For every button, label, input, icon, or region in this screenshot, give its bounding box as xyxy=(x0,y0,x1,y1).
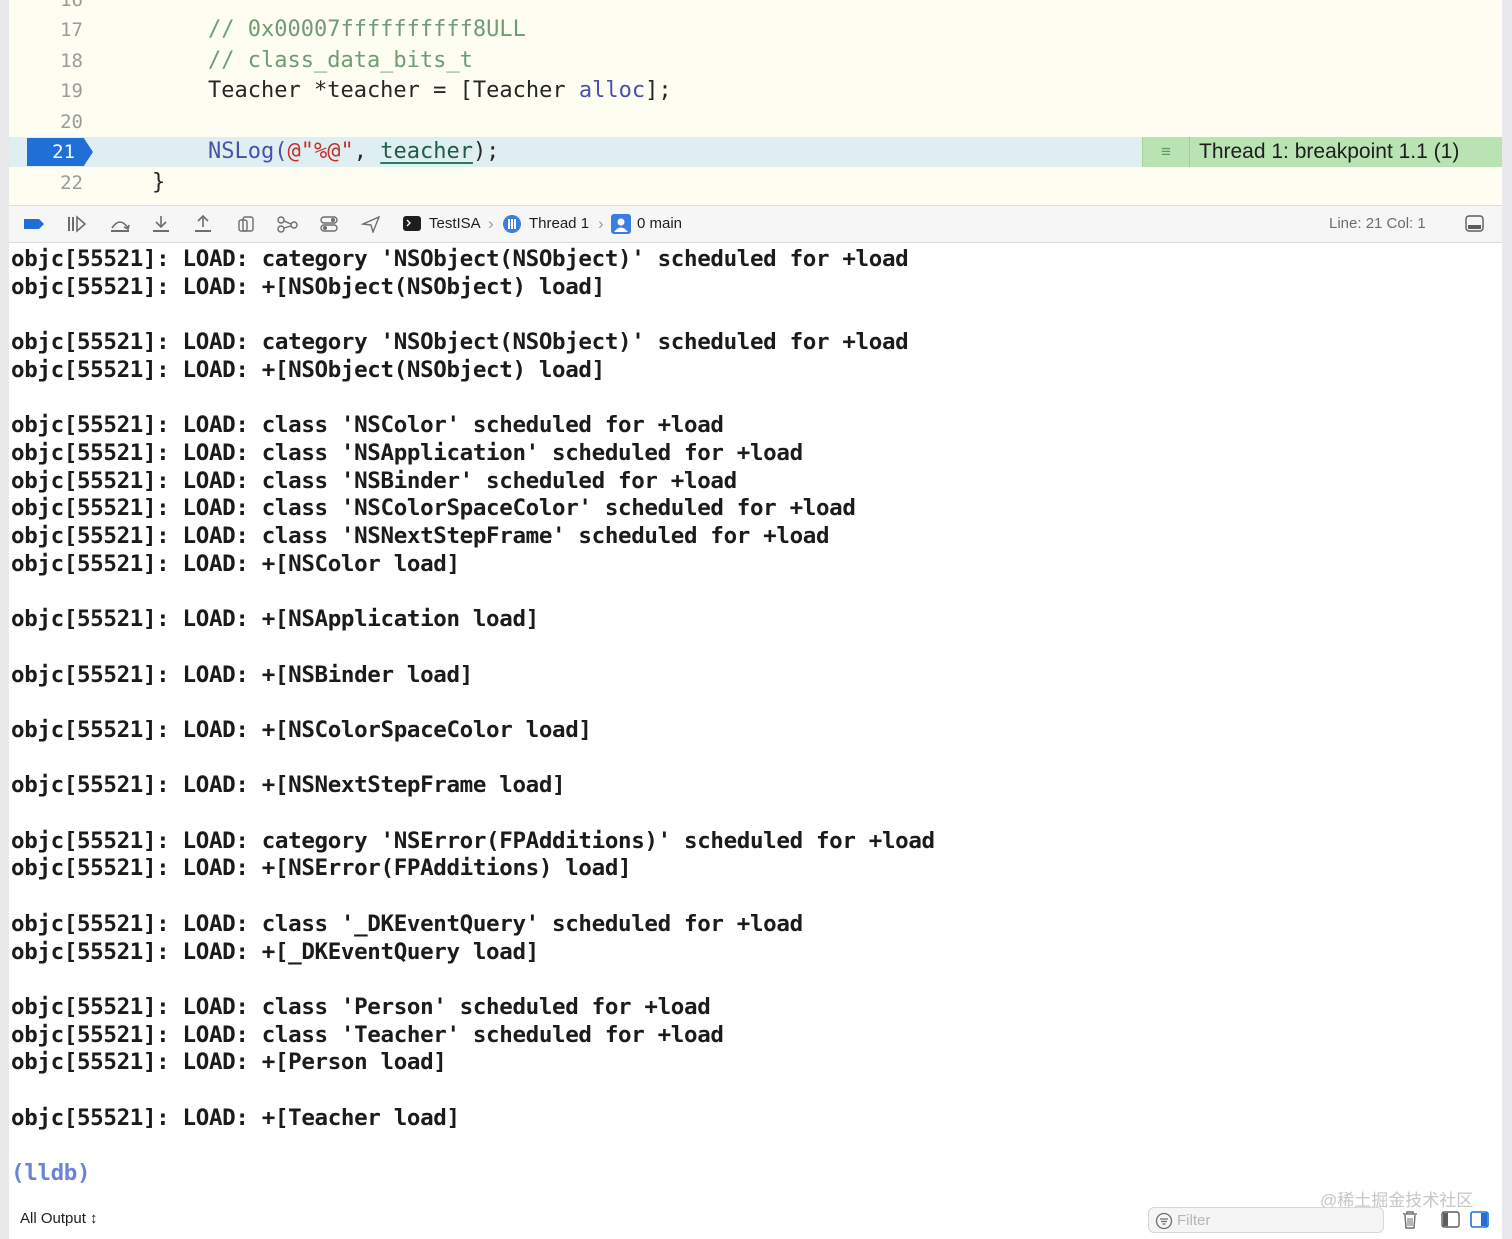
console-log-line: objc[55521]: LOAD: class 'NSApplication'… xyxy=(11,439,803,466)
code-token: @"%@" xyxy=(287,139,354,164)
code-token: alloc xyxy=(578,78,646,103)
code-text[interactable]: // 0x00007ffffffffff8ULL xyxy=(208,15,526,45)
location-icon[interactable] xyxy=(361,215,381,233)
console-log-line: objc[55521]: LOAD: +[NSColor load] xyxy=(11,550,460,577)
console-toggle-icon[interactable] xyxy=(1465,215,1485,233)
window-edge-right xyxy=(1502,0,1512,1239)
code-line: 18 // class_data_bits_t xyxy=(9,46,1502,76)
console-log-line: objc[55521]: LOAD: +[NSObject(NSObject) … xyxy=(11,356,605,383)
line-number[interactable]: 20 xyxy=(9,107,83,137)
code-text[interactable]: NSLog(@"%@", teacher); xyxy=(208,137,499,167)
debug-bar: TestISA › Thread 1 › 0 main Line: 21 Col… xyxy=(9,205,1502,243)
code-text[interactable]: // class_data_bits_t xyxy=(208,46,473,76)
console-log-line: objc[55521]: LOAD: class 'NSNextStepFram… xyxy=(11,523,830,549)
memory-graph-icon[interactable] xyxy=(277,215,298,233)
console-log-line: objc[55521]: LOAD: +[NSColorSpaceColor l… xyxy=(11,716,592,743)
code-token: Teacher *teacher = [Teacher xyxy=(208,78,579,103)
console-log-line: objc[55521]: LOAD: +[NSApplication load] xyxy=(11,606,539,633)
console-log-line: objc[55521]: LOAD: +[Teacher load] xyxy=(11,1104,460,1131)
continue-icon[interactable] xyxy=(66,215,87,233)
console-log-line: objc[55521]: LOAD: +[NSNextStepFrame loa… xyxy=(11,772,566,799)
console-log-line: objc[55521]: LOAD: class 'NSColor' sched… xyxy=(11,412,724,439)
line-col-indicator: Line: 21 Col: 1 xyxy=(1329,215,1426,232)
code-line: 19 Teacher *teacher = [Teacher alloc]; xyxy=(9,76,1502,106)
thread-icon xyxy=(502,214,522,233)
split-right-icon[interactable] xyxy=(1470,1210,1490,1230)
filter-field[interactable] xyxy=(1148,1207,1384,1233)
console-log-line: objc[55521]: LOAD: class 'Teacher' sched… xyxy=(11,1021,724,1048)
breadcrumb-thread[interactable]: Thread 1 xyxy=(529,206,589,242)
source-editor[interactable]: 16 17 // 0x00007ffffffffff8ULL 18 // class_… xyxy=(9,0,1502,205)
terminal-icon xyxy=(403,216,423,234)
line-number[interactable]: 17 xyxy=(9,15,83,45)
breakpoint-banner-text: Thread 1: breakpoint 1.1 (1) xyxy=(1199,140,1460,163)
code-line: 16 xyxy=(9,0,1502,15)
environment-overrides-icon[interactable] xyxy=(319,215,339,233)
code-token: ); xyxy=(472,139,500,164)
console-output[interactable]: objc[55521]: LOAD: category 'NSObject(NS… xyxy=(0,243,1502,1198)
code-token: teacher xyxy=(380,139,473,164)
trash-icon[interactable] xyxy=(1400,1210,1420,1230)
console-log-line: objc[55521]: LOAD: category 'NSError(FPA… xyxy=(11,827,935,854)
breadcrumb-target[interactable]: TestISA xyxy=(429,206,481,242)
breadcrumb-separator: › xyxy=(598,214,604,233)
console-footer: All Output ↕ @稀土掘金技术社区 xyxy=(0,1191,1502,1239)
split-left-icon[interactable] xyxy=(1441,1210,1461,1230)
console-log-line: objc[55521]: LOAD: class 'NSBinder' sche… xyxy=(11,467,737,494)
breadcrumb-separator: › xyxy=(488,214,494,233)
code-line: 17 // 0x00007ffffffffff8ULL xyxy=(9,15,1502,45)
frame-icon xyxy=(611,214,631,234)
code-token: // 0x00007ffffffffff8ULL xyxy=(208,17,526,42)
code-text[interactable]: } xyxy=(152,168,165,198)
console-log-line: objc[55521]: LOAD: +[Person load] xyxy=(11,1049,447,1076)
code-token: // class_data_bits_t xyxy=(208,47,473,73)
output-filter-select[interactable]: All Output ↕ xyxy=(20,1210,98,1227)
console-log-line: objc[55521]: LOAD: +[NSError(FPAdditions… xyxy=(11,855,632,882)
breakpoint-banner[interactable]: ≡ Thread 1: breakpoint 1.1 (1) xyxy=(1142,137,1502,167)
console-log-line: objc[55521]: LOAD: category 'NSObject(NS… xyxy=(11,246,909,272)
step-over-icon[interactable] xyxy=(109,215,130,233)
console-log-line: objc[55521]: LOAD: class '_DKEventQuery'… xyxy=(11,910,803,937)
line-number[interactable]: 18 xyxy=(9,46,83,76)
lines-icon[interactable]: ≡ xyxy=(1143,137,1190,167)
console-log-line: objc[55521]: LOAD: category 'NSObject(NS… xyxy=(11,329,909,356)
console-log-line: objc[55521]: LOAD: class 'NSColorSpaceCo… xyxy=(11,495,856,522)
code-line: 22} xyxy=(9,168,1502,198)
lldb-prompt[interactable]: (lldb) xyxy=(11,1159,91,1187)
code-line: 20 xyxy=(9,107,1502,137)
code-token: } xyxy=(152,169,166,195)
line-number[interactable]: 16 xyxy=(9,0,83,15)
filter-icon xyxy=(1155,1212,1173,1230)
console-log-line: objc[55521]: LOAD: +[NSBinder load] xyxy=(11,661,473,688)
step-into-icon[interactable] xyxy=(151,215,171,233)
line-number[interactable]: 19 xyxy=(9,76,83,106)
console-log-line: objc[55521]: LOAD: +[NSObject(NSObject) … xyxy=(11,273,605,300)
line-number[interactable]: 21 xyxy=(9,137,75,167)
console-log-line: objc[55521]: LOAD: +[_DKEventQuery load] xyxy=(11,938,539,965)
breakpoint-toggle-icon[interactable] xyxy=(23,217,44,235)
code-text[interactable]: Teacher *teacher = [Teacher alloc]; xyxy=(208,76,672,106)
code-token: NSLog( xyxy=(208,139,288,164)
breadcrumb-frame[interactable]: 0 main xyxy=(637,206,682,242)
code-token: ]; xyxy=(645,78,672,103)
line-number[interactable]: 22 xyxy=(9,168,83,198)
filter-input[interactable] xyxy=(1177,1210,1373,1230)
step-out-icon[interactable] xyxy=(193,215,213,233)
console-log-line: objc[55521]: LOAD: class 'Person' schedu… xyxy=(11,993,711,1020)
code-token: , xyxy=(353,139,381,164)
view-hierarchy-icon[interactable] xyxy=(237,215,257,233)
